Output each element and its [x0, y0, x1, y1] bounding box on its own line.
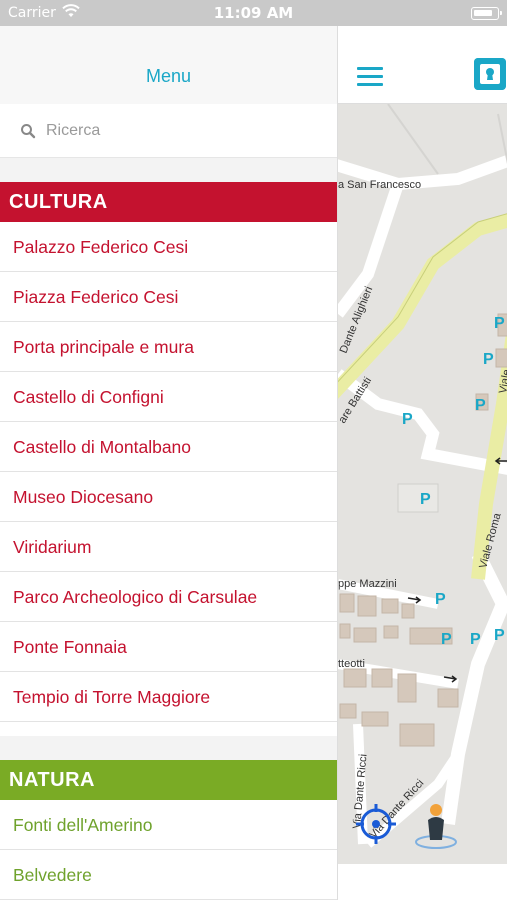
- street-label: a San Francesco: [338, 179, 421, 191]
- street-label: ppe Mazzini: [338, 578, 397, 590]
- parking-icon: P: [435, 591, 446, 608]
- list-item[interactable]: Ponte Fonnaia: [0, 622, 337, 672]
- list-item[interactable]: Castello di Montalbano: [0, 422, 337, 472]
- menu-title: Menu: [145, 66, 192, 86]
- list-item[interactable]: Piazza Federico Cesi: [0, 272, 337, 322]
- status-bar: Carrier 11:09 AM: [0, 0, 507, 26]
- map-panel[interactable]: a San Francesco Dante Alighieri are Batt…: [337, 26, 507, 900]
- section-header-cultura: CULTURA: [0, 182, 337, 222]
- battery-icon: [471, 7, 502, 20]
- divider: [0, 736, 337, 760]
- parking-icon: P: [420, 491, 431, 508]
- list-item[interactable]: Parco Archeologico di Carsulae: [0, 572, 337, 622]
- list-item[interactable]: Belvedere: [0, 850, 337, 900]
- cultura-list: Palazzo Federico Cesi Piazza Federico Ce…: [0, 222, 337, 722]
- parking-icon: P: [402, 411, 413, 428]
- divider: [0, 158, 337, 182]
- hamburger-menu-icon[interactable]: [357, 67, 383, 87]
- list-item[interactable]: Fonti dell'Amerino: [0, 800, 337, 850]
- list-item[interactable]: Viridarium: [0, 522, 337, 572]
- search-icon: [21, 124, 36, 139]
- keyhole-icon[interactable]: [474, 58, 506, 90]
- section-header-natura: NATURA: [0, 760, 337, 800]
- parking-icon: P: [470, 631, 481, 648]
- list-item[interactable]: Palazzo Federico Cesi: [0, 222, 337, 272]
- list-item[interactable]: Porta principale e mura: [0, 322, 337, 372]
- list-item[interactable]: Tempio di Torre Maggiore: [0, 672, 337, 722]
- clock: 11:09 AM: [213, 4, 294, 22]
- parking-icon: P: [494, 627, 505, 644]
- parking-icon: P: [475, 397, 486, 414]
- list-item[interactable]: Castello di Configni: [0, 372, 337, 422]
- parking-icon: P: [441, 631, 452, 648]
- menu-header: Menu: [0, 26, 337, 104]
- search-input[interactable]: [46, 118, 316, 144]
- street-label: tteotti: [338, 658, 365, 670]
- parking-icon: P: [494, 315, 505, 332]
- search-bar[interactable]: [0, 104, 337, 158]
- map-header: [338, 26, 507, 104]
- map-view[interactable]: a San Francesco Dante Alighieri are Batt…: [338, 104, 507, 864]
- list-item[interactable]: Museo Diocesano: [0, 472, 337, 522]
- menu-drawer: Menu CULTURA Palazzo Federico Cesi Piazz…: [0, 26, 337, 900]
- natura-list: Fonti dell'Amerino Belvedere: [0, 800, 337, 900]
- map-footer: [338, 864, 507, 900]
- parking-icon: P: [483, 351, 494, 368]
